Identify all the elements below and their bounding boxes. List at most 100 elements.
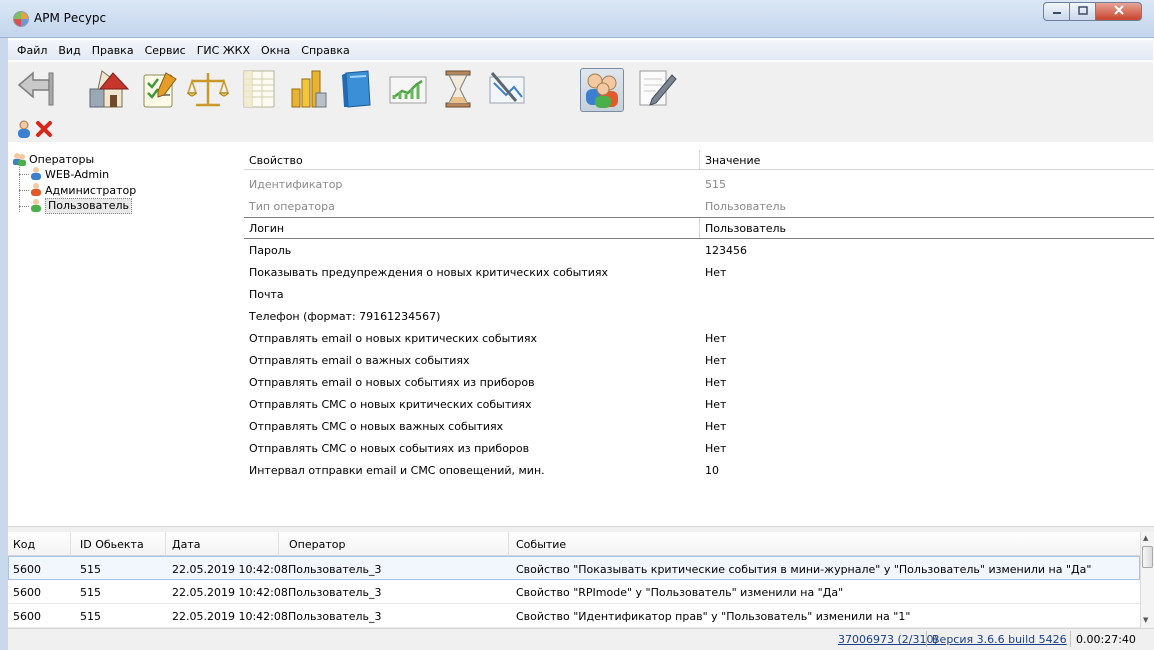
property-grid: Свойство Значение Идентификатор 515 Тип …	[244, 150, 1154, 524]
menu-help[interactable]: Справка	[296, 44, 355, 57]
column-header-value[interactable]: Значение	[705, 154, 760, 167]
menu-service[interactable]: Сервис	[140, 44, 192, 57]
scroll-down-icon[interactable]: ▼	[1143, 616, 1148, 624]
title-bar[interactable]: АРМ Ресурс	[0, 0, 1154, 38]
status-counter-link[interactable]: 37006973 (2/310)	[838, 633, 938, 646]
column-divider[interactable]	[70, 532, 71, 556]
property-row-sms-devices[interactable]: Отправлять СМС о новых событиях из прибо…	[244, 437, 1154, 459]
column-header-code[interactable]: Код	[13, 538, 35, 551]
menu-file[interactable]: Файл	[12, 44, 53, 57]
back-arrow-icon	[15, 69, 57, 112]
history-button[interactable]	[436, 68, 480, 112]
cell-event: Свойство "RPImode" у "Пользователь" изме…	[516, 586, 844, 599]
operators-button[interactable]	[580, 68, 624, 112]
menu-gis[interactable]: ГИС ЖКХ	[192, 44, 256, 57]
column-header-event[interactable]: Событие	[516, 538, 566, 551]
balance-button[interactable]	[186, 68, 230, 112]
tree-item-user[interactable]: Пользователь	[30, 198, 133, 215]
trends-button[interactable]	[386, 68, 430, 112]
checklist-icon	[136, 67, 180, 114]
back-button[interactable]	[14, 68, 58, 112]
statistics-button[interactable]	[286, 68, 330, 112]
property-row-email-critical[interactable]: Отправлять email о новых критических соб…	[244, 327, 1154, 349]
property-value[interactable]: Нет	[705, 266, 726, 279]
property-name: Отправлять email о новых событиях из при…	[249, 375, 535, 389]
column-header-object-id[interactable]: ID Обьекта	[80, 538, 144, 551]
table-row[interactable]: 5600 515 22.05.2019 10:42:08 Пользовател…	[8, 604, 1140, 628]
app-icon	[13, 11, 29, 27]
property-name: Отправлять email о новых критических соб…	[249, 331, 538, 345]
scroll-up-icon[interactable]: ▲	[1143, 534, 1148, 542]
property-value[interactable]: Нет	[705, 376, 726, 389]
column-divider[interactable]	[699, 150, 700, 170]
column-divider[interactable]	[508, 532, 509, 556]
property-row-identifier[interactable]: Идентификатор 515	[244, 173, 1154, 195]
column-divider	[699, 218, 700, 238]
bar-chart-icon	[286, 67, 330, 114]
property-row-sms-important[interactable]: Отправлять СМС о новых важных событиях Н…	[244, 415, 1154, 437]
reports-button[interactable]	[236, 68, 280, 112]
property-row-password[interactable]: Пароль 123456	[244, 239, 1154, 261]
handbook-button[interactable]	[336, 68, 380, 112]
table-row[interactable]: 5600 515 22.05.2019 10:42:08 Пользовател…	[8, 556, 1140, 580]
status-version-link[interactable]: Версия 3.6.6 build 5426	[932, 633, 1067, 646]
close-icon	[1113, 5, 1124, 18]
tree-item-label: Администратор	[45, 183, 137, 197]
property-row-notify-interval[interactable]: Интервал отправки email и СМС оповещений…	[244, 459, 1154, 481]
column-header-operator[interactable]: Оператор	[289, 538, 345, 551]
edit-button[interactable]	[634, 68, 678, 112]
column-header-property[interactable]: Свойство	[249, 154, 303, 167]
property-name: Отправлять СМС о новых критических событ…	[249, 397, 532, 411]
menu-edit[interactable]: Правка	[87, 44, 140, 57]
property-value[interactable]: 123456	[705, 244, 747, 257]
property-row-phone[interactable]: Телефон (формат: 79161234567)	[244, 305, 1154, 327]
property-name: Интервал отправки email и СМС оповещений…	[249, 463, 545, 477]
property-row-login[interactable]: Логин Пользователь	[244, 217, 1154, 239]
cell-date: 22.05.2019 10:42:08	[172, 563, 288, 576]
tree-item-label-selected: Пользователь	[45, 198, 133, 214]
menu-view[interactable]: Вид	[53, 44, 86, 57]
property-value[interactable]: Пользователь	[705, 222, 786, 235]
property-row-operator-type[interactable]: Тип оператора Пользователь	[244, 195, 1154, 217]
property-value: 515	[705, 177, 726, 191]
add-operator-button[interactable]	[14, 120, 34, 140]
property-value[interactable]: 10	[705, 464, 719, 477]
property-value[interactable]: Нет	[705, 420, 726, 433]
tree-item-administrator[interactable]: Администратор	[30, 182, 137, 197]
property-name: Идентификатор	[249, 177, 343, 191]
tree-connector	[19, 206, 29, 207]
column-divider[interactable]	[278, 532, 279, 556]
events-table-header: Код ID Обьекта Дата Оператор Событие	[8, 532, 1140, 556]
property-value[interactable]: Нет	[705, 398, 726, 411]
status-uptime: 0.00:27:40	[1076, 633, 1136, 646]
property-row-sms-critical[interactable]: Отправлять СМС о новых критических событ…	[244, 393, 1154, 415]
column-header-date[interactable]: Дата	[172, 538, 200, 551]
window-controls	[1043, 2, 1142, 22]
table-row[interactable]: 5600 515 22.05.2019 10:42:08 Пользовател…	[8, 580, 1140, 604]
scales-icon	[186, 67, 230, 114]
column-divider[interactable]	[165, 532, 166, 556]
user-green-icon	[30, 198, 42, 215]
tree-item-web-admin[interactable]: WEB-Admin	[30, 166, 110, 181]
scrollbar-thumb[interactable]	[1142, 546, 1153, 568]
minimize-button[interactable]	[1043, 2, 1070, 21]
property-value[interactable]: Нет	[705, 442, 726, 455]
maximize-button[interactable]	[1070, 2, 1096, 21]
delete-operator-button[interactable]	[34, 120, 54, 140]
property-name: Показывать предупреждения о новых критич…	[249, 265, 608, 279]
property-row-email[interactable]: Почта	[244, 283, 1154, 305]
objects-button[interactable]	[86, 68, 130, 112]
analysis-button[interactable]	[486, 68, 530, 112]
property-row-email-devices[interactable]: Отправлять email о новых событиях из при…	[244, 371, 1154, 393]
menu-windows[interactable]: Окна	[256, 44, 296, 57]
property-row-show-critical-warnings[interactable]: Показывать предупреждения о новых критич…	[244, 261, 1154, 283]
maximize-icon	[1077, 5, 1088, 18]
events-scrollbar[interactable]: ▲ ▼	[1140, 532, 1154, 628]
property-value[interactable]: Нет	[705, 354, 726, 367]
tree-item-label: WEB-Admin	[45, 167, 110, 181]
close-button[interactable]	[1096, 2, 1142, 21]
property-value[interactable]: Нет	[705, 332, 726, 345]
tasks-button[interactable]	[136, 68, 180, 112]
property-row-email-important[interactable]: Отправлять email о важных событиях Нет	[244, 349, 1154, 371]
tree-root[interactable]: Операторы	[12, 152, 94, 167]
